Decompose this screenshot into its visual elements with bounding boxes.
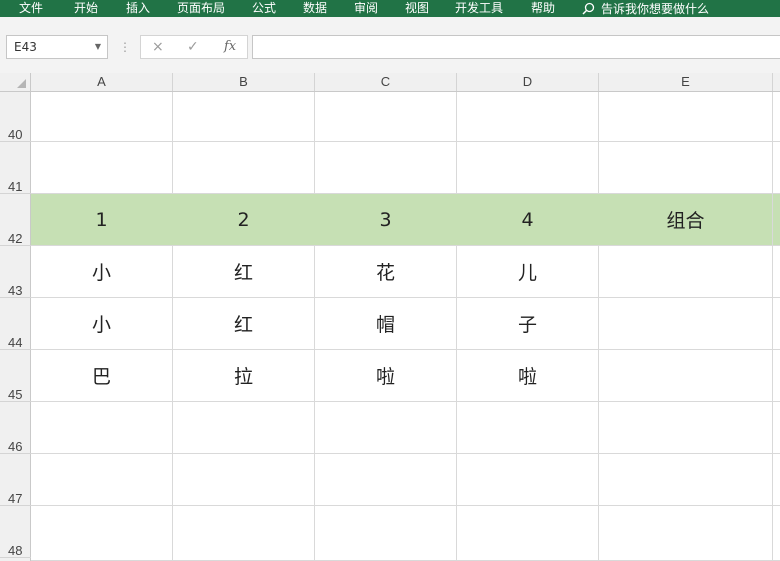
table-row-highlighted: 1 2 3 4 组合 — [31, 194, 780, 246]
cell-c48[interactable] — [315, 506, 457, 560]
cell-a45[interactable]: 巴 — [31, 350, 173, 401]
cell-c46[interactable] — [315, 402, 457, 453]
cell-c40[interactable] — [315, 92, 457, 141]
select-all-icon — [17, 79, 26, 88]
cancel-icon[interactable]: × — [152, 38, 164, 56]
cell-a48[interactable] — [31, 506, 173, 560]
cell-a43[interactable]: 小 — [31, 246, 173, 297]
cell-d41[interactable] — [457, 142, 599, 193]
row-header[interactable]: 44 — [0, 298, 31, 350]
column-header-e[interactable]: E — [599, 73, 773, 91]
select-all-button[interactable] — [0, 73, 31, 91]
enter-icon[interactable]: ✓ — [187, 38, 199, 56]
tab-view[interactable]: 视图 — [405, 0, 429, 17]
table-row: 小 红 花 儿 — [31, 246, 780, 298]
cell-e43[interactable] — [599, 246, 773, 297]
formula-bar-area: E43 ▼ ⋮ × ✓ fx — [0, 17, 780, 73]
name-box-value: E43 — [14, 40, 37, 54]
ribbon-tab-bar: 文件 开始 插入 页面布局 公式 数据 审阅 视图 开发工具 帮助 告诉我你想要… — [0, 0, 780, 17]
cell-d47[interactable] — [457, 454, 599, 505]
cell-b42[interactable]: 2 — [173, 194, 315, 245]
cell-a44[interactable]: 小 — [31, 298, 173, 349]
table-row — [31, 142, 780, 194]
row-header[interactable]: 42 — [0, 194, 31, 246]
resize-handle-icon[interactable]: ⋮ — [119, 37, 131, 57]
worksheet-grid: 1 2 3 4 组合 小 红 花 儿 小 红 帽 子 巴 拉 啦 啦 — [31, 92, 780, 561]
cell-e47[interactable] — [599, 454, 773, 505]
column-header-a[interactable]: A — [31, 73, 173, 91]
cell-d43[interactable]: 儿 — [457, 246, 599, 297]
tell-me-search[interactable]: 告诉我你想要做什么 — [582, 0, 709, 17]
cell-d48[interactable] — [457, 506, 599, 560]
chevron-down-icon[interactable]: ▼ — [95, 36, 101, 58]
cell-d45[interactable]: 啦 — [457, 350, 599, 401]
tab-page-layout[interactable]: 页面布局 — [177, 0, 225, 17]
insert-function-icon[interactable]: fx — [224, 38, 236, 56]
table-row — [31, 506, 780, 561]
column-header-b[interactable]: B — [173, 73, 315, 91]
tell-me-label: 告诉我你想要做什么 — [601, 1, 710, 16]
cell-a46[interactable] — [31, 402, 173, 453]
column-header-bar: A B C D E — [0, 73, 780, 92]
tab-formulas[interactable]: 公式 — [252, 0, 276, 17]
cell-a40[interactable] — [31, 92, 173, 141]
row-header[interactable]: 40 — [0, 92, 31, 142]
formula-input[interactable] — [252, 35, 780, 59]
cell-b41[interactable] — [173, 142, 315, 193]
table-row — [31, 92, 780, 142]
table-row: 小 红 帽 子 — [31, 298, 780, 350]
search-icon — [582, 2, 595, 15]
cell-c45[interactable]: 啦 — [315, 350, 457, 401]
cell-b43[interactable]: 红 — [173, 246, 315, 297]
cell-b44[interactable]: 红 — [173, 298, 315, 349]
cell-a41[interactable] — [31, 142, 173, 193]
formula-buttons: × ✓ fx — [140, 35, 248, 59]
cell-c43[interactable]: 花 — [315, 246, 457, 297]
table-row — [31, 454, 780, 506]
row-header[interactable]: 48 — [0, 506, 31, 558]
tab-help[interactable]: 帮助 — [531, 0, 555, 17]
cell-b40[interactable] — [173, 92, 315, 141]
cell-b47[interactable] — [173, 454, 315, 505]
cell-e40[interactable] — [599, 92, 773, 141]
tab-data[interactable]: 数据 — [303, 0, 327, 17]
cell-c47[interactable] — [315, 454, 457, 505]
cell-e48[interactable] — [599, 506, 773, 560]
cell-d46[interactable] — [457, 402, 599, 453]
row-header[interactable]: 47 — [0, 454, 31, 506]
row-header[interactable]: 45 — [0, 350, 31, 402]
row-header-bar: 40 41 42 43 44 45 46 47 48 — [0, 92, 31, 561]
cell-e45[interactable] — [599, 350, 773, 401]
cell-e41[interactable] — [599, 142, 773, 193]
cell-d44[interactable]: 子 — [457, 298, 599, 349]
tab-home[interactable]: 开始 — [74, 0, 98, 17]
cell-a47[interactable] — [31, 454, 173, 505]
row-header[interactable]: 43 — [0, 246, 31, 298]
cell-b48[interactable] — [173, 506, 315, 560]
column-header-c[interactable]: C — [315, 73, 457, 91]
cell-b46[interactable] — [173, 402, 315, 453]
row-header[interactable]: 46 — [0, 402, 31, 454]
row-header[interactable]: 41 — [0, 142, 31, 194]
cell-a42[interactable]: 1 — [31, 194, 173, 245]
table-row — [31, 402, 780, 454]
cell-e42[interactable]: 组合 — [599, 194, 773, 245]
tab-insert[interactable]: 插入 — [126, 0, 150, 17]
tab-developer[interactable]: 开发工具 — [455, 0, 503, 17]
name-box[interactable]: E43 ▼ — [6, 35, 108, 59]
column-header-d[interactable]: D — [457, 73, 599, 91]
cell-c42[interactable]: 3 — [315, 194, 457, 245]
cell-e44[interactable] — [599, 298, 773, 349]
cell-d40[interactable] — [457, 92, 599, 141]
cell-b45[interactable]: 拉 — [173, 350, 315, 401]
cell-d42[interactable]: 4 — [457, 194, 599, 245]
cell-e46[interactable] — [599, 402, 773, 453]
tab-file[interactable]: 文件 — [19, 0, 43, 17]
table-row: 巴 拉 啦 啦 — [31, 350, 780, 402]
tab-review[interactable]: 审阅 — [354, 0, 378, 17]
cell-c41[interactable] — [315, 142, 457, 193]
cell-c44[interactable]: 帽 — [315, 298, 457, 349]
